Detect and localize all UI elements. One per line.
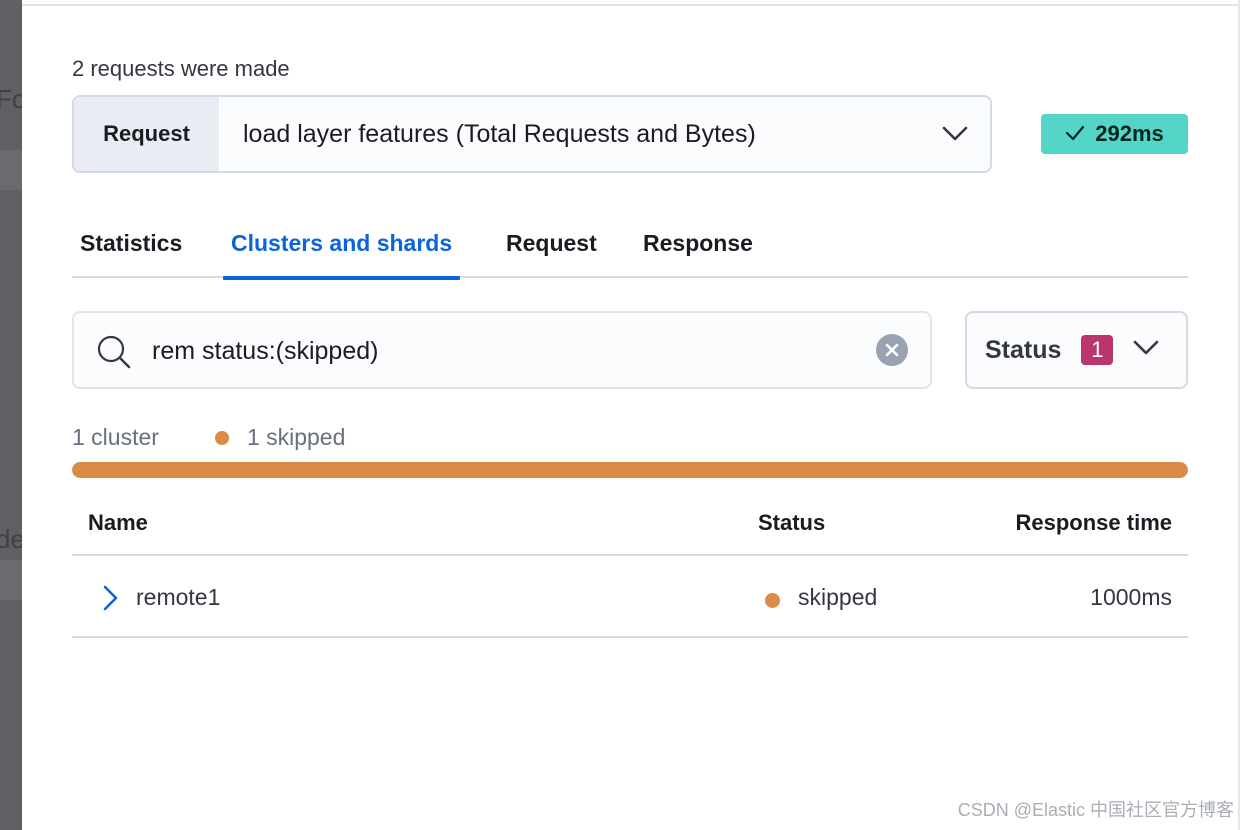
table-header: Name Status Response time	[72, 494, 1188, 556]
backdrop-text: Fo	[0, 84, 22, 114]
cluster-status-bar	[72, 462, 1188, 478]
cluster-status-bar-skipped	[72, 462, 1188, 478]
flyout-edge	[1238, 0, 1240, 830]
backdrop-text: de	[0, 524, 22, 554]
tab-clusters-and-shards[interactable]: Clusters and shards	[223, 222, 461, 280]
cluster-status: skipped	[798, 584, 878, 610]
skipped-dot-icon	[765, 593, 780, 608]
status-filter-count-badge: 1	[1081, 335, 1114, 365]
column-header-name[interactable]: Name	[88, 510, 148, 536]
search-field[interactable]: rem status:(skipped)	[72, 311, 932, 389]
clusters-summary: 1 cluster 1 skipped	[72, 424, 345, 451]
chevron-right-icon[interactable]	[100, 584, 122, 612]
request-selector-value[interactable]: load layer features (Total Requests and …	[219, 97, 920, 171]
background-overlay: Fo de	[0, 0, 22, 830]
request-time-text: 292ms	[1095, 121, 1164, 146]
check-icon	[1065, 121, 1085, 147]
backdrop-band	[0, 150, 22, 190]
clusters-table: Name Status Response time remote1 skippe…	[72, 494, 1188, 638]
divider	[22, 4, 1238, 6]
column-header-response-time[interactable]: Response time	[1016, 510, 1173, 536]
watermark: CSDN @Elastic 中国社区官方博客	[957, 800, 1234, 820]
chevron-down-icon[interactable]	[920, 97, 990, 171]
tab-response[interactable]: Response	[643, 222, 753, 278]
tab-request[interactable]: Request	[506, 222, 597, 278]
table-row: remote1 skipped 1000ms	[72, 556, 1188, 638]
tab-statistics[interactable]: Statistics	[80, 222, 182, 278]
inspector-flyout: 2 requests were made Request load layer …	[22, 0, 1246, 830]
skipped-count-text: 1 skipped	[246, 424, 346, 450]
chevron-down-icon	[1133, 340, 1159, 361]
tab-label: Clusters and shards	[231, 230, 453, 256]
request-count-text: 2 requests were made	[72, 56, 290, 81]
cluster-name: remote1	[136, 584, 221, 610]
backdrop-band	[0, 560, 22, 600]
request-time-badge: 292ms	[1041, 114, 1188, 154]
status-filter-button[interactable]: Status 1	[965, 311, 1188, 389]
column-header-status[interactable]: Status	[758, 510, 825, 536]
search-input[interactable]: rem status:(skipped)	[152, 337, 378, 366]
request-selector[interactable]: Request load layer features (Total Reque…	[72, 95, 992, 173]
cluster-count-text: 1 cluster	[72, 424, 159, 450]
request-selector-label: Request	[74, 97, 219, 171]
skipped-dot-icon	[214, 430, 229, 445]
status-filter-label: Status	[985, 335, 1062, 364]
clear-icon[interactable]	[876, 334, 908, 366]
tab-bar: Statistics Clusters and shards Request R…	[72, 222, 1188, 280]
search-icon	[96, 334, 132, 375]
cluster-response-time: 1000ms	[1090, 584, 1172, 610]
